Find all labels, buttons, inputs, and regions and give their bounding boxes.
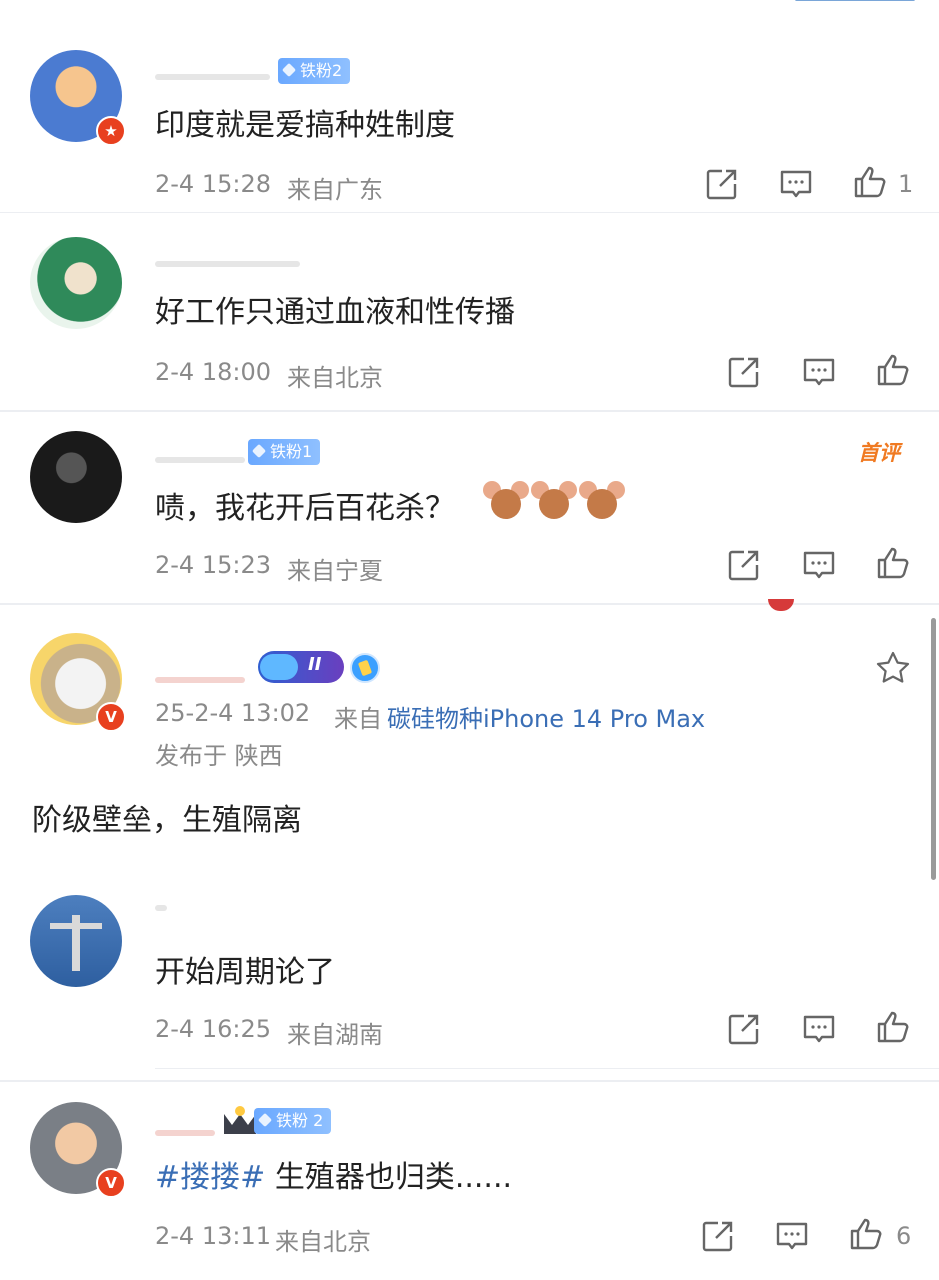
username[interactable] [155, 905, 167, 911]
post-card: V II 25-2-4 13:02 来自 碳硅物种iPhone 14 Pro M… [0, 599, 939, 1080]
comment-item: ★ 铁粉2 印度就是爱搞种姓制度 2-4 15:28 来自广东 1 [0, 30, 939, 214]
reply-time: 2-4 16:25 [155, 1015, 271, 1043]
mouse-emoji-icon [531, 481, 577, 521]
reply-text-line: #搂搂# 生殖器也归类...... [155, 1152, 512, 1196]
reply-text: 开始周期论了 [155, 955, 335, 990]
reply-location: 来自湖南 [287, 1021, 383, 1049]
comment-icon[interactable] [774, 1218, 810, 1254]
thumbs-up-icon[interactable] [875, 545, 911, 581]
comment-location: 来自广东 [287, 176, 383, 204]
avatar[interactable] [30, 431, 122, 523]
verified-badge-icon: V [96, 1168, 126, 1198]
comment-icon[interactable] [801, 1011, 837, 1047]
comment-time: 2-4 15:28 [155, 170, 271, 198]
like-count: 1 [898, 170, 914, 198]
post-source-link[interactable]: 碳硅物种iPhone 14 Pro Max [387, 699, 705, 734]
comment-time: 2-4 15:23 [155, 551, 271, 579]
avatar[interactable] [30, 895, 122, 987]
share-icon[interactable] [726, 354, 762, 390]
fan-badge: 铁粉2 [278, 58, 351, 84]
divider [0, 212, 939, 213]
username[interactable] [155, 1130, 215, 1136]
level-badge: II [258, 651, 344, 683]
username[interactable] [155, 74, 270, 80]
post-location: 发布于 陕西 [155, 742, 283, 770]
reply-time: 2-4 13:11 [155, 1222, 271, 1250]
share-icon[interactable] [704, 166, 740, 202]
divider [0, 410, 939, 412]
star-icon[interactable] [875, 650, 911, 686]
mouse-emoji-icon [483, 481, 529, 521]
post-time: 25-2-4 13:02 [155, 699, 311, 727]
comment-item: V 铁粉 2 #搂搂# 生殖器也归类...... 2-4 13:11 来自北京 … [0, 1082, 939, 1280]
first-comment-badge: 首评 [858, 441, 900, 465]
username[interactable] [155, 457, 245, 463]
comment-icon[interactable] [778, 166, 814, 202]
fan-badge: 铁粉1 [248, 439, 321, 465]
comment-text: 印度就是爱搞种姓制度 [155, 108, 455, 143]
post-text: 阶级壁垒，生殖隔离 [32, 803, 302, 838]
comment-text: 好工作只通过血液和性传播 [155, 295, 515, 330]
username[interactable] [155, 677, 245, 683]
level-badge-label: II [308, 654, 322, 675]
verified-shield-icon [350, 653, 380, 683]
avatar[interactable] [30, 237, 122, 329]
topic-link[interactable]: #搂搂# [155, 1160, 265, 1195]
thumbs-up-icon[interactable] [852, 164, 888, 200]
thumbs-up-icon[interactable] [875, 352, 911, 388]
reply-text: 生殖器也归类...... [265, 1160, 513, 1195]
divider [155, 1068, 939, 1069]
thumbs-up-icon[interactable] [848, 1216, 884, 1252]
reply-location: 来自北京 [275, 1228, 371, 1256]
share-icon[interactable] [726, 547, 762, 583]
mouse-emoji-icon [579, 481, 625, 521]
comment-icon[interactable] [801, 547, 837, 583]
comment-item: 铁粉1 首评 啧，我花开后百花杀？ 2-4 15:23 来自宁夏 [0, 413, 939, 603]
top-cut-text [795, 0, 915, 4]
post-source-prefix: 来自 [334, 705, 382, 733]
comment-time: 2-4 18:00 [155, 358, 271, 386]
comment-icon[interactable] [801, 354, 837, 390]
star-badge-icon: ★ [96, 116, 126, 146]
red-emoji-icon [768, 599, 794, 611]
fan-badge: 铁粉 2 [254, 1108, 332, 1134]
share-icon[interactable] [700, 1218, 736, 1254]
like-count: 6 [896, 1222, 912, 1250]
comment-location: 来自宁夏 [287, 557, 383, 585]
comment-text: 啧，我花开后百花杀？ [155, 491, 455, 526]
comment-location: 来自北京 [287, 364, 383, 392]
username[interactable] [155, 261, 300, 267]
share-icon[interactable] [726, 1011, 762, 1047]
thumbs-up-icon[interactable] [875, 1009, 911, 1045]
verified-badge-icon: V [96, 702, 126, 732]
scrollbar[interactable] [931, 618, 936, 880]
comment-item: 好工作只通过血液和性传播 2-4 18:00 来自北京 [0, 215, 939, 410]
crown-icon [222, 1106, 258, 1136]
